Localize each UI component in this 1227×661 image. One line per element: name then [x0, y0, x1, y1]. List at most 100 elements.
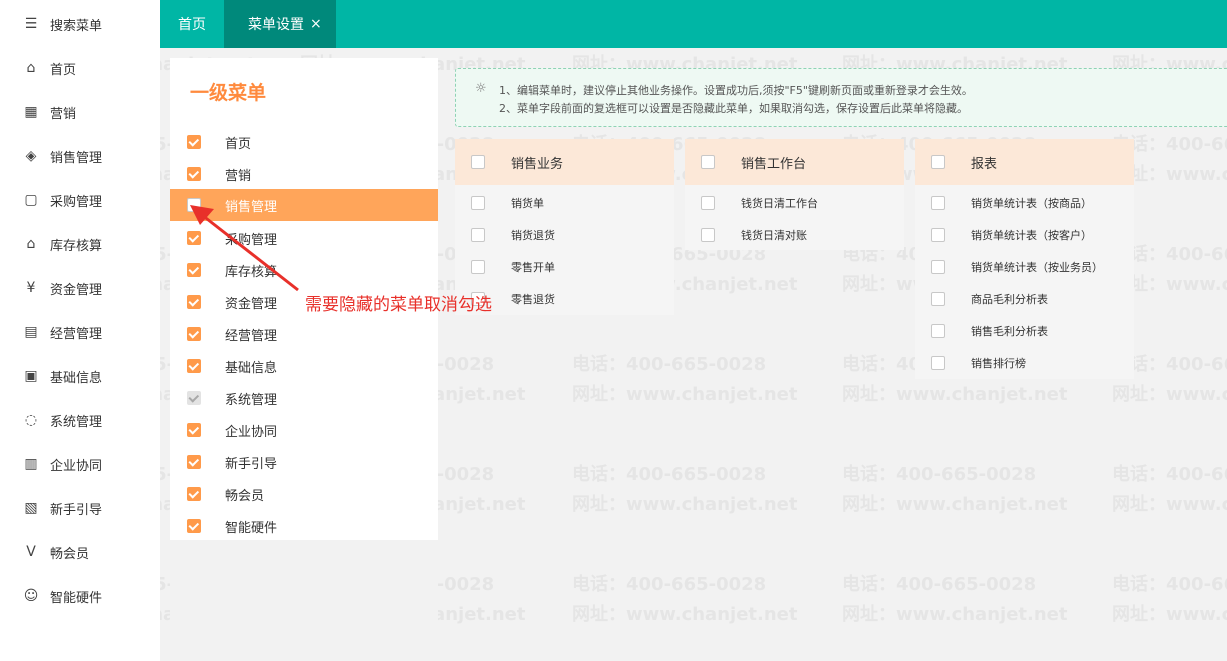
watermark-site: 网址：www.chanjet.net	[572, 384, 798, 405]
submenu-item[interactable]: 销货单统计表（按客户）	[915, 219, 1134, 251]
nav-item-funds[interactable]: ¥ 资金管理	[0, 266, 160, 310]
item-label: 销货单统计表（按客户）	[971, 229, 1092, 242]
clipboard-icon: ▤	[24, 324, 38, 340]
checkbox[interactable]	[187, 135, 201, 149]
nav-item-label: 智能硬件	[50, 590, 103, 606]
nav-item-label: 经营管理	[50, 326, 103, 342]
item-label: 畅会员	[225, 488, 265, 504]
checkbox[interactable]	[471, 155, 485, 169]
purchase-bag-icon: ▢	[24, 192, 38, 208]
column-header[interactable]: 销售工作台	[685, 139, 904, 185]
checkbox[interactable]	[931, 324, 945, 338]
nav-item-system[interactable]: ◌ 系统管理	[0, 398, 160, 442]
nav-item-operations[interactable]: ▤ 经营管理	[0, 310, 160, 354]
watermark-site: 网址：www.chanjet.net	[572, 494, 798, 515]
collaboration-icon: ▥	[24, 456, 38, 472]
submenu-item[interactable]: 销货单	[455, 187, 674, 219]
nav-item-guide[interactable]: ▧ 新手引导	[0, 486, 160, 530]
nav-item-label: 营销	[50, 106, 77, 122]
checkbox[interactable]	[187, 455, 201, 469]
watermark-phone: 电话：400-665-0028	[572, 574, 767, 595]
nav-item-label: 新手引导	[50, 502, 103, 518]
submenu-item[interactable]: 销售毛利分析表	[915, 315, 1134, 347]
notice-line-1: 1、编辑菜单时，建议停止其他业务操作。设置成功后,须按"F5"键刷新页面或重新登…	[499, 84, 973, 97]
watermark-site: 网址：www.chanjet.net	[572, 604, 798, 625]
item-label: 零售开单	[511, 261, 555, 274]
watermark-phone: 电话：400-665-0028	[572, 464, 767, 485]
first-level-item-vip[interactable]: 畅会员	[170, 478, 438, 510]
checkbox[interactable]	[471, 260, 485, 274]
checkbox[interactable]	[471, 196, 485, 210]
nav-item-basic-info[interactable]: ▣ 基础信息	[0, 354, 160, 398]
nav-item-purchase[interactable]: ▢ 采购管理	[0, 178, 160, 222]
submenu-item[interactable]: 销货单统计表（按业务员）	[915, 251, 1134, 283]
submenu-item[interactable]: 销货单统计表（按商品）	[915, 187, 1134, 219]
submenu-item[interactable]: 销货退货	[455, 219, 674, 251]
checkbox[interactable]	[187, 359, 201, 373]
checkbox[interactable]	[187, 167, 201, 181]
column-header[interactable]: 报表	[915, 139, 1134, 185]
notice-line-2: 2、菜单字段前面的复选框可以设置是否隐藏此菜单，如果取消勾选，保存设置后此菜单将…	[499, 102, 968, 115]
checkbox[interactable]	[701, 196, 715, 210]
item-label: 销货单统计表（按商品）	[971, 197, 1092, 210]
item-label: 商品毛利分析表	[971, 293, 1048, 306]
nav-item-label: 采购管理	[50, 194, 103, 210]
checkbox[interactable]	[471, 228, 485, 242]
nav-item-label: 畅会员	[50, 546, 90, 562]
watermark-site: 网址：www.chanjet.net	[842, 494, 1068, 515]
watermark-phone: 电话：400-665-0028	[842, 464, 1037, 485]
nav-item-search-menu[interactable]: ☰ 搜索菜单	[0, 2, 160, 46]
item-label: 智能硬件	[225, 520, 278, 536]
nav-item-vip[interactable]: V 畅会员	[0, 530, 160, 574]
submenu-item[interactable]: 销售排行榜	[915, 347, 1134, 379]
checkbox[interactable]	[187, 423, 201, 437]
checkbox[interactable]	[701, 155, 715, 169]
submenu-item[interactable]: 商品毛利分析表	[915, 283, 1134, 315]
submenu-item[interactable]: 零售开单	[455, 251, 674, 283]
nav-item-collaboration[interactable]: ▥ 企业协同	[0, 442, 160, 486]
checkbox[interactable]	[931, 228, 945, 242]
checkbox[interactable]	[931, 196, 945, 210]
first-level-item-system[interactable]: 系统管理	[170, 382, 438, 414]
item-label: 销货单	[511, 197, 544, 210]
checkbox[interactable]	[931, 356, 945, 370]
first-level-item-guide[interactable]: 新手引导	[170, 446, 438, 478]
column-header[interactable]: 销售业务	[455, 139, 674, 185]
item-label: 新手引导	[225, 456, 278, 472]
tab-home[interactable]: 首页	[160, 0, 224, 48]
item-label: 钱货日清对账	[741, 229, 807, 242]
first-level-item-smart-hardware[interactable]: 智能硬件	[170, 510, 438, 542]
first-level-item-operations[interactable]: 经营管理	[170, 318, 438, 350]
side-nav: ☰ 搜索菜单 ⌂ 首页 ▦ 营销 ◈ 销售管理 ▢ 采购管理 ⌂ 库存核算 ¥ …	[0, 0, 160, 661]
item-label: 销货单统计表（按业务员）	[971, 261, 1103, 274]
nav-item-smart-hardware[interactable]: ☺ 智能硬件	[0, 574, 160, 618]
checkbox[interactable]	[931, 292, 945, 306]
checkbox[interactable]	[931, 155, 945, 169]
tab-bar: 首页 菜单设置 ×	[160, 0, 1227, 48]
submenu-column-reports: 报表 销货单统计表（按商品） 销货单统计表（按客户） 销货单统计表（按业务员） …	[915, 139, 1134, 379]
item-label: 销售排行榜	[971, 357, 1026, 370]
first-level-item-basic-info[interactable]: 基础信息	[170, 350, 438, 382]
annotation-text: 需要隐藏的菜单取消勾选	[305, 295, 492, 315]
checkbox[interactable]	[931, 260, 945, 274]
first-level-item-home[interactable]: 首页	[170, 126, 438, 158]
nav-item-marketing[interactable]: ▦ 营销	[0, 90, 160, 134]
close-icon[interactable]: ×	[310, 16, 322, 32]
watermark-phone: 电话：400-665-0028	[1112, 574, 1227, 595]
nav-item-sales[interactable]: ◈ 销售管理	[0, 134, 160, 178]
nav-item-inventory[interactable]: ⌂ 库存核算	[0, 222, 160, 266]
nav-item-label: 首页	[50, 62, 77, 78]
submenu-item[interactable]: 钱货日清对账	[685, 219, 904, 251]
item-label: 基础信息	[225, 360, 278, 376]
submenu-item[interactable]: 钱货日清工作台	[685, 187, 904, 219]
item-label: 首页	[225, 136, 252, 152]
checkbox[interactable]	[187, 487, 201, 501]
submenu-column-sales-business: 销售业务 销货单 销货退货 零售开单 零售退货	[455, 139, 674, 315]
tab-menu-settings[interactable]: 菜单设置 ×	[224, 0, 336, 48]
first-level-item-collaboration[interactable]: 企业协同	[170, 414, 438, 446]
nav-item-home[interactable]: ⌂ 首页	[0, 46, 160, 90]
checkbox[interactable]	[701, 228, 715, 242]
checkbox[interactable]	[187, 519, 201, 533]
first-level-item-marketing[interactable]: 营销	[170, 158, 438, 190]
checkbox[interactable]	[187, 327, 201, 341]
